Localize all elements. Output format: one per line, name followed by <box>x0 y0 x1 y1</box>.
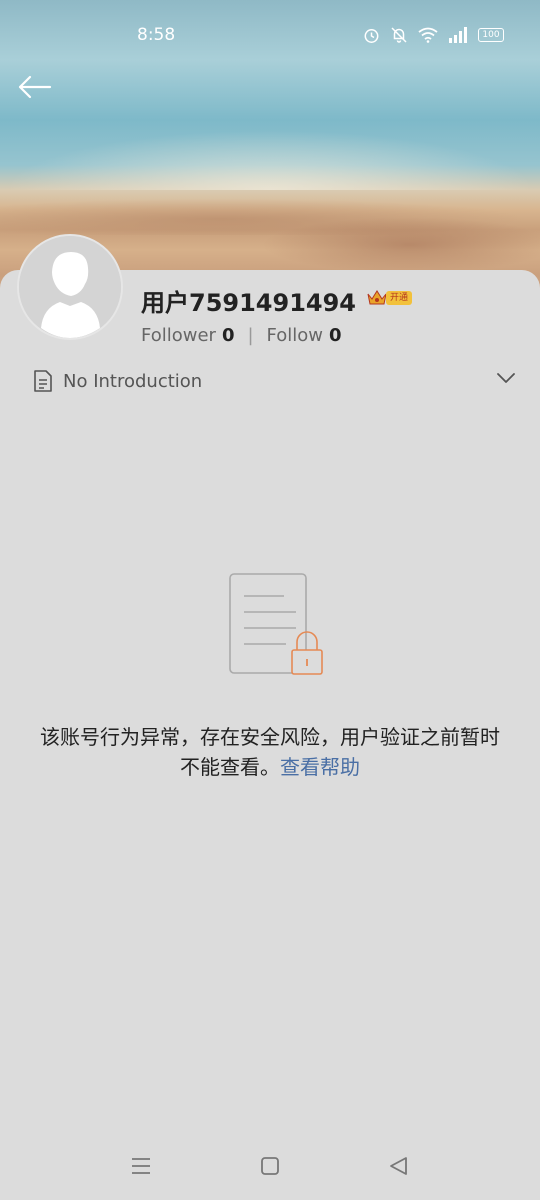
default-avatar-icon <box>19 236 121 338</box>
arrow-left-icon <box>18 75 52 99</box>
vip-open-badge[interactable]: 开通 <box>366 288 413 308</box>
battery-icon: 100 <box>478 28 504 42</box>
menu-icon[interactable] <box>129 1154 153 1178</box>
system-nav-bar <box>0 1140 540 1192</box>
follow-stat[interactable]: Follow 0 <box>267 325 342 346</box>
notice-message: 该账号行为异常，存在安全风险，用户验证之前暂时不能查看。 <box>40 725 500 779</box>
vip-open-label: 开通 <box>386 291 413 305</box>
bell-off-icon <box>391 27 407 43</box>
account-restricted-notice: 该账号行为异常，存在安全风险，用户验证之前暂时不能查看。查看帮助 <box>40 722 500 782</box>
locked-document-icon <box>229 573 323 675</box>
follow-count: 0 <box>329 325 342 346</box>
signal-icon <box>449 27 467 43</box>
follower-count: 0 <box>221 325 235 346</box>
stat-separator: | <box>247 325 254 346</box>
follower-label: Follower <box>141 325 216 346</box>
introduction-row[interactable]: No Introduction <box>33 368 523 394</box>
username: 用户7591491494 <box>141 289 356 317</box>
status-icons: 100 <box>363 26 504 44</box>
wifi-icon <box>418 27 438 43</box>
chevron-down-icon[interactable] <box>497 372 515 384</box>
help-link[interactable]: 查看帮助 <box>280 755 360 779</box>
follow-stats: Follower 0 | Follow 0 <box>141 325 342 346</box>
crown-icon <box>367 290 387 305</box>
follower-stat[interactable]: Follower 0 <box>141 325 234 346</box>
introduction-text: No Introduction <box>63 370 203 392</box>
status-time: 8:58 <box>137 25 176 45</box>
avatar[interactable] <box>17 234 123 340</box>
back-triangle-icon[interactable] <box>386 1154 410 1178</box>
back-button[interactable] <box>16 72 56 106</box>
home-square-icon[interactable] <box>258 1154 282 1178</box>
document-icon <box>34 370 52 392</box>
alarm-icon <box>364 28 379 43</box>
follow-label: Follow <box>266 325 324 346</box>
